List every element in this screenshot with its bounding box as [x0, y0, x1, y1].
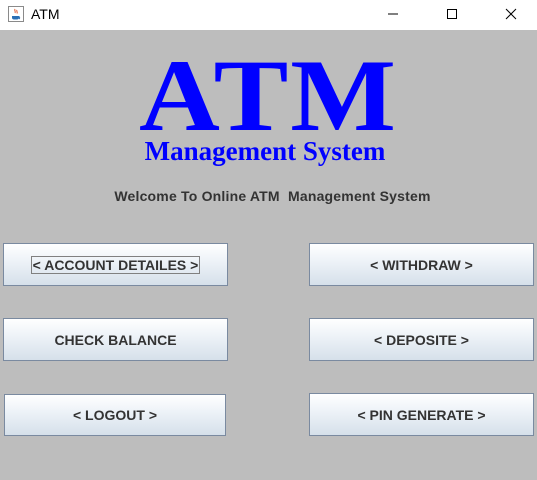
- withdraw-button[interactable]: < WITHDRAW >: [309, 243, 534, 286]
- logo-subtitle: Management System: [144, 136, 386, 166]
- logo-title: ATM: [139, 39, 398, 154]
- account-details-button[interactable]: < ACCOUNT DETAILES >: [3, 243, 228, 286]
- check-balance-button[interactable]: CHECK BALANCE: [3, 318, 228, 361]
- pin-generate-button[interactable]: < PIN GENERATE >: [309, 393, 534, 436]
- close-button[interactable]: [489, 0, 533, 28]
- window-title: ATM: [31, 6, 60, 22]
- logout-label: < LOGOUT >: [72, 407, 157, 423]
- welcome-message: Welcome To Online ATM Management System: [114, 188, 431, 204]
- withdraw-label: < WITHDRAW >: [370, 256, 473, 273]
- minimize-icon: [388, 13, 398, 15]
- logout-button[interactable]: < LOGOUT >: [4, 394, 226, 436]
- deposite-label: < DEPOSITE >: [374, 331, 469, 348]
- account-details-label: < ACCOUNT DETAILES >: [30, 255, 201, 274]
- maximize-icon: [447, 9, 457, 19]
- pin-generate-label: < PIN GENERATE >: [357, 406, 486, 423]
- maximize-button[interactable]: [430, 0, 474, 28]
- close-icon: [505, 8, 517, 20]
- window-titlebar[interactable]: ATM: [0, 0, 537, 30]
- check-balance-label: CHECK BALANCE: [54, 331, 177, 348]
- minimize-button[interactable]: [371, 0, 415, 28]
- deposite-button[interactable]: < DEPOSITE >: [309, 318, 534, 361]
- main-panel: ATM Management System Welcome To Online …: [0, 30, 537, 480]
- java-app-icon: [8, 6, 24, 22]
